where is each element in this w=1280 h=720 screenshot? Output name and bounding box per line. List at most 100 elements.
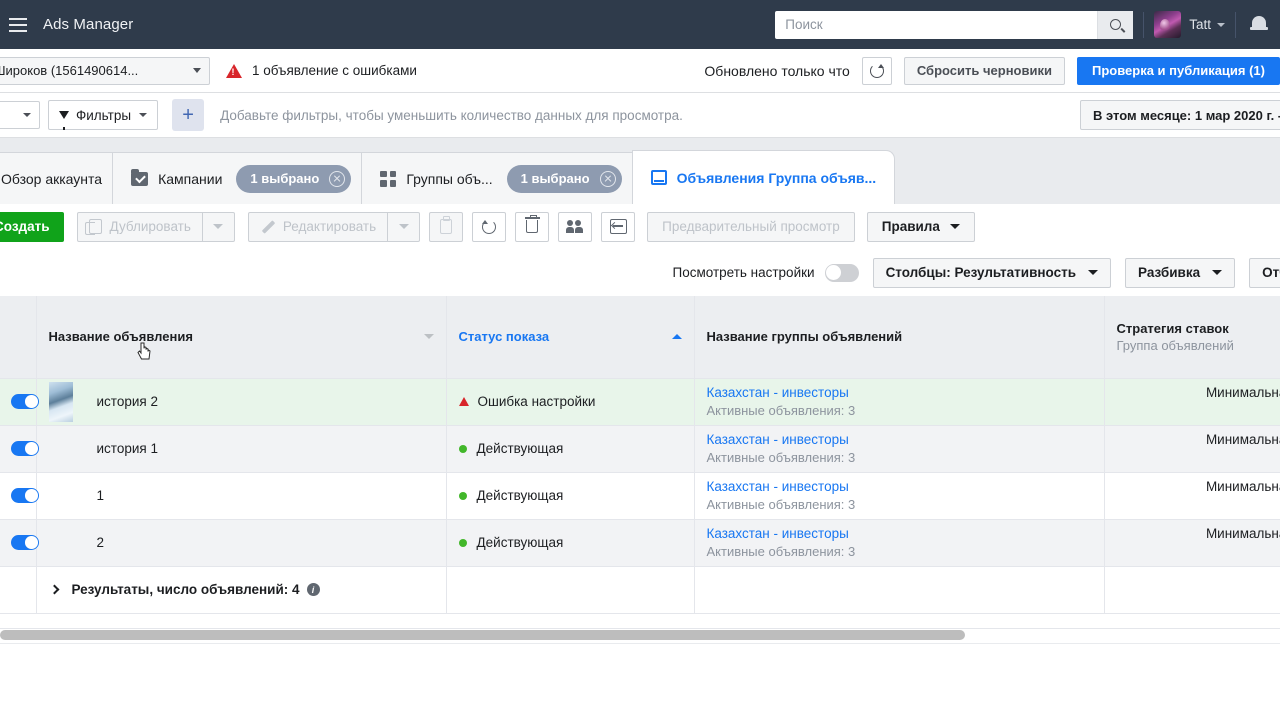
swap-button[interactable] xyxy=(601,211,636,242)
refresh-button[interactable] xyxy=(861,56,892,85)
summary-status-cell xyxy=(446,566,695,614)
table-summary-row[interactable]: Результаты, число объявлений: 4 i xyxy=(0,566,1280,614)
adset-link[interactable]: Казахстан - инвесторы xyxy=(707,526,1092,541)
adset-link[interactable]: Казахстан - инвесторы xyxy=(707,432,1092,447)
search-scope-dropdown[interactable]: иск xyxy=(0,101,40,129)
chevron-down-icon xyxy=(1212,270,1223,275)
row-adset-cell[interactable]: Казахстан - инвесторы Активные объявлени… xyxy=(694,425,1105,473)
reports-button[interactable]: Отчет xyxy=(1249,257,1280,288)
tab-adsets-selection-pill[interactable]: 1 выбрано xyxy=(506,164,622,193)
search-box[interactable]: Поиск xyxy=(775,10,1134,39)
duplicate-button-group[interactable]: Дублировать xyxy=(76,211,235,242)
tab-adsets-label: Группы объ... xyxy=(406,170,493,187)
ad-status-toggle[interactable] xyxy=(11,394,39,409)
chevron-down-icon[interactable] xyxy=(1217,22,1225,27)
revert-button[interactable] xyxy=(472,211,507,242)
search-button[interactable] xyxy=(1097,10,1134,39)
column-header-bid-strategy-label: Стратегия ставок xyxy=(1116,320,1229,336)
row-ad-name-cell[interactable]: история 1 xyxy=(36,425,447,473)
ad-name-label: 1 xyxy=(96,488,105,503)
close-icon[interactable] xyxy=(329,170,346,187)
view-setup-toggle[interactable] xyxy=(824,263,859,282)
summary-bid-cell xyxy=(1104,566,1280,614)
row-ad-name-cell[interactable]: 2 xyxy=(36,519,447,567)
row-status-cell: Действующая xyxy=(446,425,695,473)
info-icon[interactable]: i xyxy=(306,583,320,596)
summary-label-cell[interactable]: Результаты, число объявлений: 4 i xyxy=(36,566,447,614)
delete-button[interactable] xyxy=(515,211,550,242)
rules-button[interactable]: Правила xyxy=(866,211,975,242)
ad-thumbnail xyxy=(48,381,73,422)
tab-campaigns-selection-pill[interactable]: 1 выбрано xyxy=(236,164,352,193)
tab-adsets[interactable]: Группы объ... 1 выбрано xyxy=(361,152,641,204)
column-header-bid-strategy[interactable]: Стратегия ставок Группа объявлений xyxy=(1104,296,1280,379)
ad-name-label: 2 xyxy=(96,535,105,550)
summary-toggle-cell xyxy=(0,566,37,614)
ads-toolbar: Создать Дублировать Редактировать Предва… xyxy=(0,204,1280,249)
bell-icon[interactable] xyxy=(1250,15,1268,35)
row-adset-cell[interactable]: Казахстан - инвесторы Активные объявлени… xyxy=(694,378,1105,426)
row-toggle-cell[interactable] xyxy=(0,472,39,520)
date-range-selector[interactable]: В этом месяце: 1 мар 2020 г. - xyxy=(1080,100,1280,130)
ads-table-body: история 2 Ошибка настройки Казахстан - и… xyxy=(0,378,1280,614)
row-toggle-cell[interactable] xyxy=(0,378,39,426)
ad-status-toggle[interactable] xyxy=(11,441,39,456)
add-filter-button[interactable]: + xyxy=(172,99,205,131)
view-setup-label: Посмотреть настройки xyxy=(672,265,815,280)
column-header-delivery-status[interactable]: Статус показа xyxy=(446,296,695,379)
rules-button-label: Правила xyxy=(881,219,940,234)
error-triangle-icon xyxy=(458,397,469,406)
grid-icon xyxy=(380,170,397,187)
tab-account-overview[interactable]: Обзор аккаунта xyxy=(0,152,122,204)
column-header-ad-name[interactable]: Название объявления xyxy=(36,296,447,379)
discard-drafts-button[interactable]: Сбросить черновики xyxy=(903,56,1065,85)
review-publish-button[interactable]: Проверка и публикация (1) xyxy=(1076,56,1280,85)
error-notice[interactable]: 1 объявление с ошибками xyxy=(226,63,417,78)
chevron-right-icon[interactable] xyxy=(49,584,59,595)
user-name[interactable]: Tatt xyxy=(1189,17,1211,32)
table-row[interactable]: история 1 Действующая Казахстан - инвест… xyxy=(0,425,1280,473)
columns-button[interactable]: Столбцы: Результативность xyxy=(872,257,1112,288)
nav-divider-2 xyxy=(1235,11,1236,38)
bid-objective-value: Лиды xyxy=(1117,497,1280,512)
search-input[interactable]: Поиск xyxy=(775,17,1097,32)
filters-button[interactable]: Фильтры xyxy=(48,100,159,130)
funnel-icon xyxy=(59,111,69,130)
bid-objective-value: Лиды xyxy=(1117,544,1280,559)
row-adset-cell[interactable]: Казахстан - инвесторы Активные объявлени… xyxy=(694,519,1105,567)
row-adset-cell[interactable]: Казахстан - инвесторы Активные объявлени… xyxy=(694,472,1105,520)
account-bar-actions: Обновлено только что Сбросить черновики … xyxy=(704,56,1280,85)
hamburger-icon[interactable] xyxy=(9,17,27,32)
ad-icon xyxy=(650,170,667,185)
row-ad-name-cell[interactable]: 1 xyxy=(36,472,447,520)
table-row[interactable]: 1 Действующая Казахстан - инвесторы Акти… xyxy=(0,472,1280,520)
row-toggle-cell[interactable] xyxy=(0,519,39,567)
columns-button-label: Столбцы: Результативность xyxy=(885,265,1077,280)
app-title: Ads Manager xyxy=(43,16,134,33)
page-footer-area xyxy=(0,643,1280,720)
column-header-ad-name-label: Название объявления xyxy=(48,329,193,345)
adset-link[interactable]: Казахстан - инвесторы xyxy=(707,479,1092,494)
edit-button-group[interactable]: Редактировать xyxy=(247,211,421,242)
close-icon[interactable] xyxy=(599,170,616,187)
horizontal-scrollbar-thumb[interactable] xyxy=(0,630,965,640)
row-ad-name-cell[interactable]: история 2 xyxy=(36,378,447,426)
row-toggle-cell[interactable] xyxy=(0,425,39,473)
table-row[interactable]: история 2 Ошибка настройки Казахстан - и… xyxy=(0,378,1280,426)
breakdown-button[interactable]: Разбивка xyxy=(1125,257,1236,288)
tab-ads-label: Объявления Группа объяв... xyxy=(676,169,877,186)
tab-campaigns[interactable]: Кампании 1 выбрано xyxy=(112,152,371,204)
column-header-adset-name[interactable]: Название группы объявлений xyxy=(694,296,1105,379)
create-button[interactable]: Создать xyxy=(0,211,64,242)
table-row[interactable]: 2 Действующая Казахстан - инвесторы Акти… xyxy=(0,519,1280,567)
row-bid-cell: Минимальная цена Лиды xyxy=(1104,425,1280,473)
duplicate-button-label: Дублировать xyxy=(109,219,191,234)
ad-status-toggle[interactable] xyxy=(11,535,39,550)
audience-button[interactable] xyxy=(558,211,593,242)
tab-ads[interactable]: Объявления Группа объяв... xyxy=(631,150,896,204)
ad-thumbnail-placeholder xyxy=(49,523,73,563)
adset-link[interactable]: Казахстан - инвесторы xyxy=(707,385,1092,400)
ad-status-toggle[interactable] xyxy=(11,488,39,503)
avatar[interactable] xyxy=(1154,11,1182,38)
account-selector[interactable]: сей Широков (1561490614... xyxy=(0,56,210,85)
